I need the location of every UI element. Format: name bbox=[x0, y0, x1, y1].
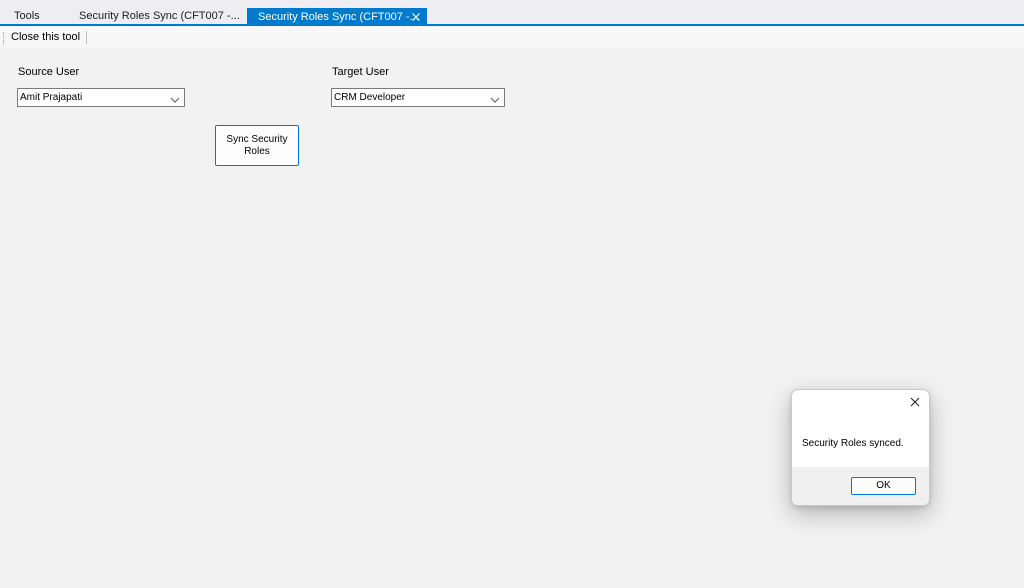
target-user-dropdown[interactable]: CRM Developer bbox=[331, 88, 505, 107]
dialog-message: Security Roles synced. bbox=[802, 438, 904, 449]
app-window: Tools Security Roles Sync (CFT007 -... S… bbox=[0, 0, 1024, 588]
message-dialog: Security Roles synced. OK bbox=[791, 389, 930, 506]
toolbar-separator bbox=[86, 31, 87, 44]
toolbar-grip bbox=[3, 32, 5, 45]
chevron-down-icon bbox=[170, 93, 180, 103]
source-user-dropdown[interactable]: Amit Prajapati bbox=[17, 88, 185, 107]
close-icon[interactable] bbox=[410, 8, 421, 26]
dialog-footer: OK bbox=[792, 467, 929, 505]
target-user-label: Target User bbox=[332, 66, 389, 78]
sync-security-roles-button[interactable]: Sync Security Roles bbox=[215, 125, 299, 166]
toolbar: Close this tool bbox=[0, 27, 1024, 48]
tab-tools[interactable]: Tools bbox=[14, 7, 40, 26]
ok-button[interactable]: OK bbox=[851, 477, 916, 495]
close-icon[interactable] bbox=[909, 396, 921, 408]
sync-button-label: Sync Security Roles bbox=[226, 133, 288, 157]
chevron-down-icon bbox=[490, 93, 500, 103]
target-user-value: CRM Developer bbox=[334, 92, 406, 103]
tab-security-roles-sync-2-active[interactable]: Security Roles Sync (CFT007 -... bbox=[247, 8, 427, 26]
source-user-label: Source User bbox=[18, 66, 80, 78]
source-user-value: Amit Prajapati bbox=[20, 92, 83, 103]
tab-strip: Tools Security Roles Sync (CFT007 -... S… bbox=[0, 0, 1024, 26]
tab-security-roles-sync-1[interactable]: Security Roles Sync (CFT007 -... bbox=[79, 7, 240, 26]
close-tool-button[interactable]: Close this tool bbox=[11, 31, 80, 43]
tab-label: Security Roles Sync (CFT007 -... bbox=[258, 11, 419, 23]
